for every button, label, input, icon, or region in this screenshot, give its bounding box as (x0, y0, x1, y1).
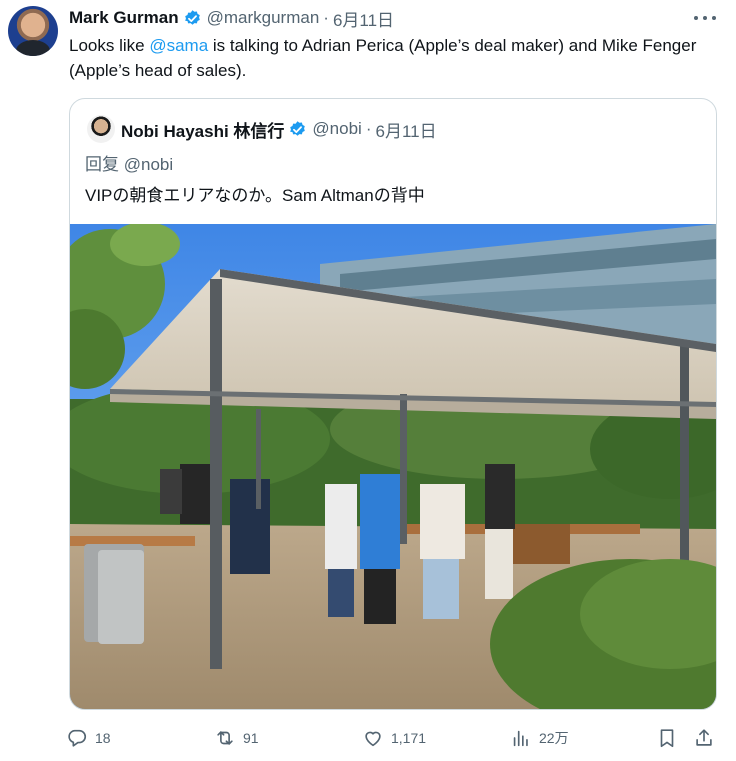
tweet-header: Mark Gurman @markgurman · 6月11日 (69, 6, 394, 31)
tweet-date[interactable]: 6月11日 (333, 6, 394, 31)
reply-button[interactable]: 18 (66, 722, 111, 754)
quoted-tweet-photo[interactable] (70, 224, 716, 709)
repost-button[interactable]: 91 (214, 722, 259, 754)
quoted-tweet-date: 6月11日 (375, 121, 437, 141)
quoted-tweet[interactable]: Nobi Hayashi 林信行 @nobi · 6月11日 回复 @nobi … (69, 98, 717, 710)
repost-icon (217, 731, 233, 745)
tweet-text: Looks like @sama is talking to Adrian Pe… (69, 33, 719, 83)
share-button[interactable] (693, 722, 715, 754)
verified-badge-icon (290, 120, 306, 136)
verified-badge-icon (184, 9, 200, 25)
quoted-author-avatar (87, 115, 115, 143)
like-button[interactable]: 1,171 (362, 722, 426, 754)
quoted-header-separator: · (365, 119, 372, 138)
views-button[interactable]: 22万 (510, 722, 569, 754)
tweet-card[interactable]: Mark Gurman @markgurman · 6月11日 Looks li… (0, 0, 736, 761)
bookmark-icon (660, 729, 674, 748)
mention-link[interactable]: @sama (149, 36, 208, 55)
quoted-author-display-name: Nobi Hayashi 林信行 (121, 121, 285, 141)
header-separator: · (323, 8, 329, 27)
reply-prefix: 回复 (85, 155, 119, 174)
reply-icon (68, 729, 87, 747)
reply-count: 18 (95, 730, 111, 746)
share-icon (696, 729, 712, 746)
reply-to-mention[interactable]: @nobi (124, 155, 173, 174)
bookmark-button[interactable] (656, 722, 678, 754)
author-avatar[interactable] (8, 6, 58, 56)
more-icon[interactable] (694, 8, 716, 28)
tweet-text-before: Looks like (69, 36, 150, 55)
quoted-author-handle: @nobi (312, 119, 362, 138)
like-icon (365, 731, 381, 747)
quoted-tweet-header: Nobi Hayashi 林信行 @nobi · 6月11日 (121, 118, 437, 141)
views-count: 22万 (539, 730, 569, 746)
repost-count: 91 (243, 730, 259, 746)
author-display-name[interactable]: Mark Gurman (69, 8, 179, 28)
author-handle[interactable]: @markgurman (207, 8, 320, 28)
quoted-tweet-text: VIPの朝食エリアなのか。Sam Altmanの背中 (85, 186, 425, 205)
like-count: 1,171 (391, 730, 427, 746)
photo-scene (70, 224, 716, 709)
views-icon (513, 730, 528, 747)
action-bar: 18 91 1,171 22万 (66, 722, 726, 754)
quoted-reply-context: 回复 @nobi (85, 150, 173, 175)
